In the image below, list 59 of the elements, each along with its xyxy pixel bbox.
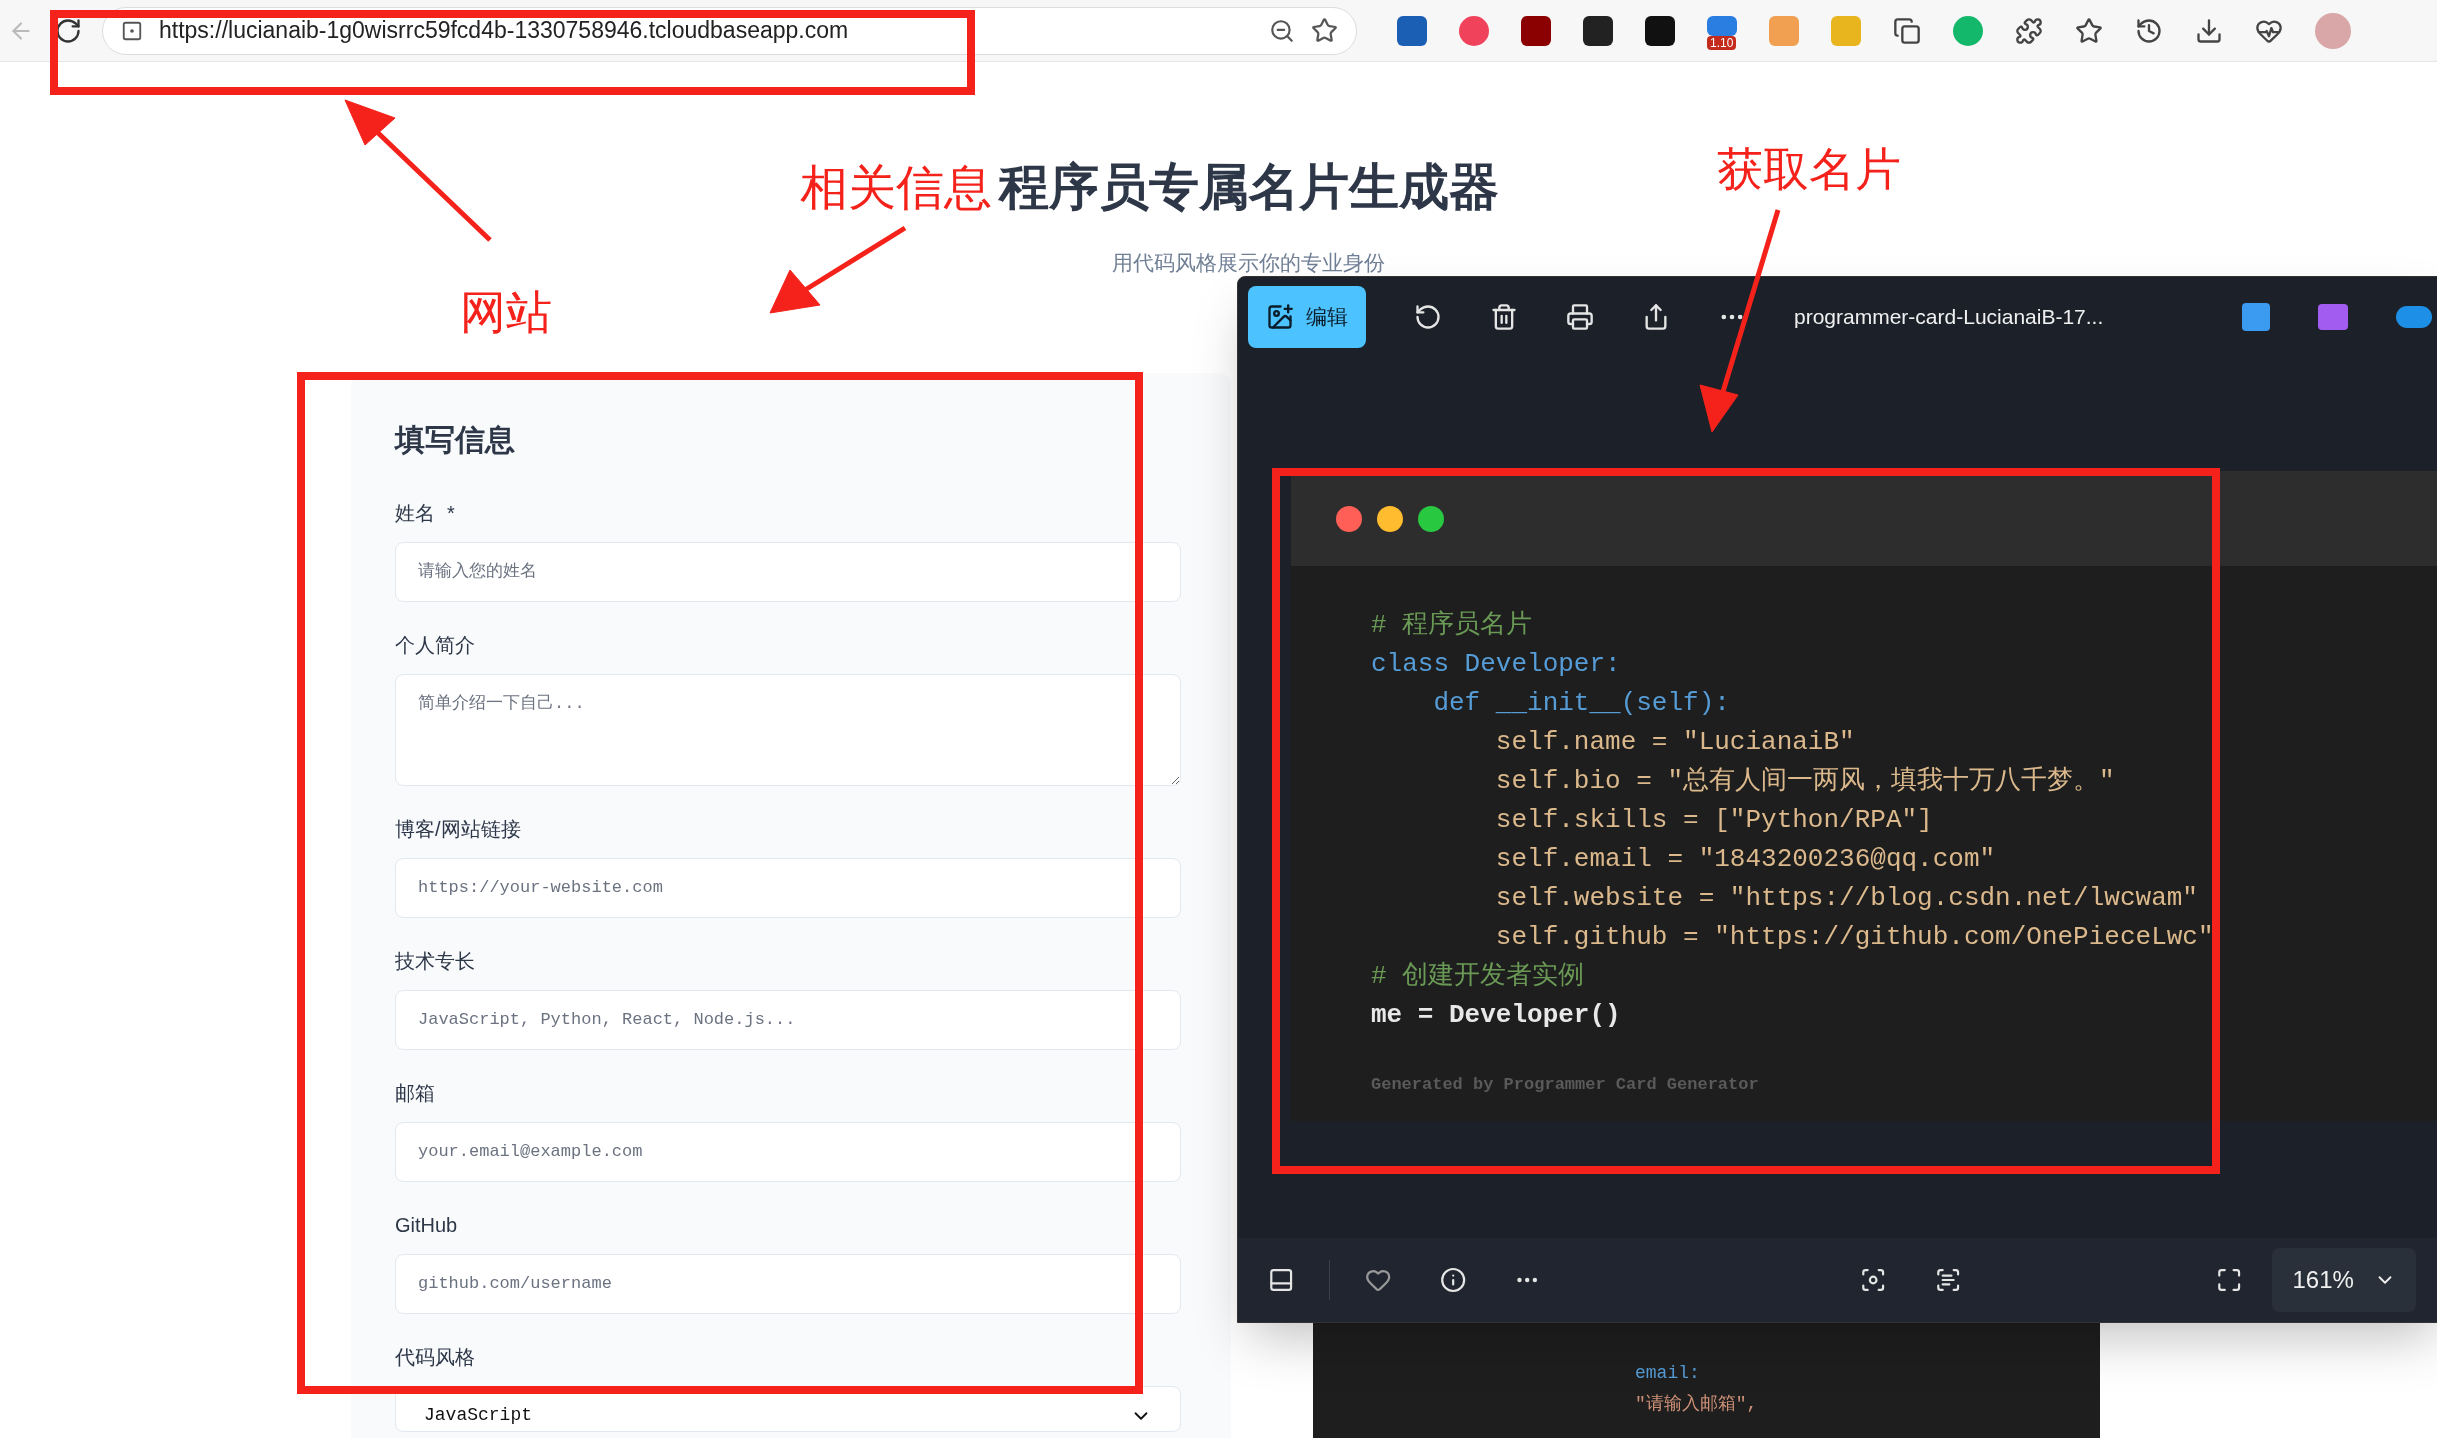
- code-line: self.name = "LucianaiB": [1494, 726, 1856, 759]
- history-icon[interactable]: [2135, 16, 2163, 45]
- code-text: email:: [1635, 1362, 1701, 1385]
- collections-icon[interactable]: [1893, 16, 1921, 45]
- edit-image-icon: [1266, 303, 1294, 331]
- annotation-label: 获取名片: [1717, 142, 1901, 197]
- code-line: # 创建开发者实例: [1371, 960, 1586, 993]
- site-info-icon[interactable]: [121, 19, 143, 42]
- extension-icon[interactable]: [1583, 15, 1613, 46]
- zoom-dropdown[interactable]: 161%: [2272, 1248, 2416, 1312]
- scan-icon[interactable]: [1860, 1266, 1887, 1294]
- annotation-label: 相关信息: [800, 160, 992, 216]
- print-icon[interactable]: [1566, 303, 1594, 331]
- extensions-icon[interactable]: [2015, 16, 2043, 45]
- delete-icon[interactable]: [1490, 303, 1518, 331]
- code-line: self.email = "1843200236@qq.com": [1494, 843, 1997, 876]
- code-line: self.bio = "总有人间一两风，填我十万八千梦。": [1494, 765, 2116, 798]
- text-scan-icon[interactable]: [1934, 1266, 1962, 1294]
- annotation-label: 网站: [460, 285, 552, 340]
- code-line: # 程序员名片: [1371, 609, 1534, 642]
- extension-icon[interactable]: [1645, 15, 1675, 46]
- page-subtitle: 用代码风格展示你的专业身份: [1112, 250, 1385, 276]
- code-line: class Developer:: [1371, 648, 1622, 681]
- field-label: 博客/网站链接: [395, 816, 521, 842]
- code-text: "请输入邮箱",: [1635, 1393, 1759, 1416]
- text-input[interactable]: your.email@example.com: [395, 1121, 1181, 1182]
- text-input[interactable]: https://your-website.com: [395, 857, 1181, 918]
- url-text: https://lucianaib-1g0wisrrc59fcd4b-1330758946.tcloudbaseapp.com: [159, 16, 850, 46]
- form-heading: 填写信息: [395, 421, 516, 458]
- favorite-icon[interactable]: [1311, 17, 1338, 44]
- text-input[interactable]: 请输入您的姓名: [395, 541, 1181, 602]
- code-line: self.website = "https://blog.csdn.net/lwcwam": [1494, 882, 2199, 915]
- field-label: 姓名: [395, 500, 435, 526]
- page-title: 程序员专属名片生成器: [998, 158, 1499, 217]
- field-label: 代码风格: [395, 1344, 475, 1370]
- filmstrip-icon[interactable]: [1268, 1266, 1295, 1294]
- code-line: self.github = "https://github.com/OnePieceLwc": [1494, 921, 2215, 954]
- zoom-out-icon[interactable]: [1269, 17, 1295, 44]
- edit-button[interactable]: 编辑: [1248, 286, 1366, 348]
- code-line: def __init__(self):: [1432, 687, 1731, 720]
- info-icon[interactable]: [1439, 1266, 1466, 1294]
- code-line: me = Developer(): [1371, 999, 1622, 1032]
- file-name: programmer-card-LucianaiB-17...: [1794, 304, 2105, 331]
- extension-badge: 1.10: [1707, 35, 1737, 50]
- fullscreen-icon[interactable]: [2216, 1266, 2243, 1294]
- text-input[interactable]: JavaScript, Python, React, Node.js...: [395, 989, 1181, 1050]
- extension-icon[interactable]: [1521, 15, 1551, 46]
- field-label: GitHub: [395, 1212, 458, 1238]
- rotate-icon[interactable]: [1414, 303, 1442, 331]
- required-marker: *: [447, 500, 455, 526]
- text-input[interactable]: github.com/username: [395, 1253, 1181, 1314]
- field-label: 个人简介: [395, 632, 475, 658]
- field-label: 技术专长: [395, 948, 475, 974]
- favorites-icon[interactable]: [2075, 16, 2103, 45]
- generated-footer: Generated by Programmer Card Generator: [1371, 1065, 2437, 1104]
- code-line: self.skills = ["Python/RPA"]: [1494, 804, 1934, 837]
- download-icon[interactable]: [2195, 16, 2223, 45]
- field-label: 邮箱: [395, 1080, 435, 1106]
- text-area[interactable]: 简单介绍一下自己...: [395, 673, 1181, 786]
